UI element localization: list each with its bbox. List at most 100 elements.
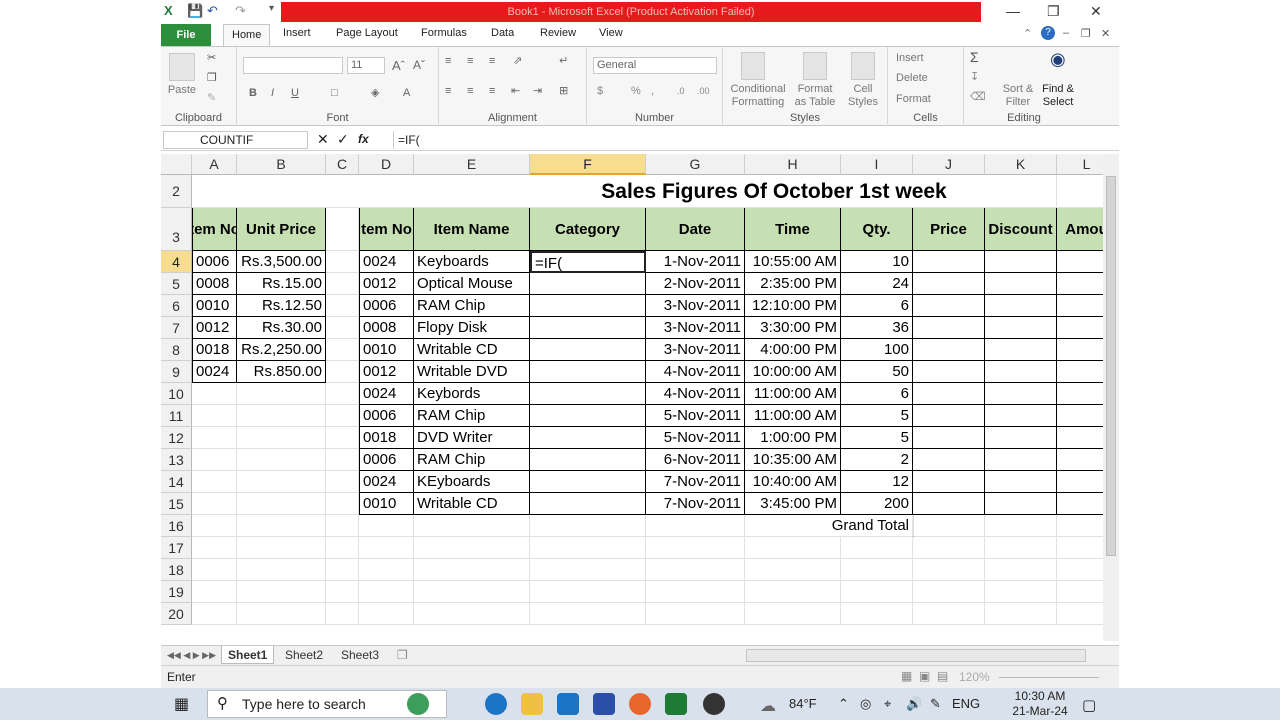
sales-category[interactable] [530,317,646,339]
sales-discount[interactable] [985,427,1057,449]
sales-price[interactable] [913,251,985,273]
sales-date[interactable]: 6-Nov-2011 [646,449,745,471]
cell[interactable] [326,471,359,493]
sales-time[interactable]: 12:10:00 PM [745,295,841,317]
row-header-20[interactable]: 20 [161,603,192,625]
sheet-tab-sheet1[interactable]: Sheet1 [221,646,275,664]
app-taskbar-icon[interactable] [703,693,725,715]
row-header-5[interactable]: 5 [161,273,192,295]
row-header-18[interactable]: 18 [161,559,192,581]
comma-icon[interactable]: , [651,85,654,98]
sales-time[interactable]: 11:00:00 AM [745,383,841,405]
sales-amount[interactable] [1057,383,1103,405]
column-header-l[interactable]: L [1057,154,1103,175]
cell[interactable] [237,537,326,559]
edge-icon[interactable] [485,693,507,715]
cell[interactable] [646,603,745,625]
sales-qty[interactable]: 6 [841,383,913,405]
sales-price[interactable] [913,383,985,405]
cell[interactable] [1057,515,1103,537]
cell[interactable] [359,515,414,537]
sales-amount[interactable] [1057,339,1103,361]
cell[interactable] [326,317,359,339]
tab-page-layout[interactable]: Page Layout [336,27,398,39]
price-unit-price[interactable]: Rs.2,250.00 [237,339,326,361]
row-header-14[interactable]: 14 [161,471,192,493]
sales-item-no[interactable]: 0012 [359,273,414,295]
font-color-icon[interactable]: A [403,87,410,100]
row-header-3[interactable]: 3 [161,208,192,251]
row-header-9[interactable]: 9 [161,361,192,383]
cell[interactable] [326,537,359,559]
cell[interactable] [192,449,237,471]
cell[interactable] [326,603,359,625]
cell[interactable] [326,515,359,537]
active-cell-f4[interactable]: =IF( [530,251,646,273]
cell[interactable] [530,603,646,625]
cell[interactable] [237,581,326,603]
fill-color-icon[interactable]: ◈ [371,87,379,100]
sales-item-name[interactable]: Keyboards [414,251,530,273]
insert-sheet-icon[interactable]: ❐ [397,646,408,664]
tab-view[interactable]: View [599,27,623,39]
sales-qty[interactable]: 12 [841,471,913,493]
sales-discount[interactable] [985,493,1057,515]
windows-start-icon[interactable]: ▦ [174,694,189,714]
news-widget-icon[interactable] [407,693,429,715]
cell[interactable] [192,537,237,559]
cell[interactable] [985,603,1057,625]
cell[interactable] [530,581,646,603]
price-unit-price[interactable]: Rs.30.00 [237,317,326,339]
sales-amount[interactable] [1057,317,1103,339]
tray-overflow-icon[interactable]: ⌃ [838,696,849,712]
increase-decimal-icon[interactable]: .0 [677,85,685,98]
cell[interactable] [359,559,414,581]
sales-amount[interactable] [1057,471,1103,493]
tab-file[interactable]: File [161,24,211,46]
conditional-formatting-button[interactable]: Conditional Formatting [727,83,789,109]
sales-amount[interactable] [1057,449,1103,471]
cell[interactable] [985,581,1057,603]
merge-center-icon[interactable]: ⊞ [559,85,568,98]
sales-time[interactable]: 10:40:00 AM [745,471,841,493]
file-explorer-icon[interactable] [521,693,543,715]
row-header-2[interactable]: 2 [161,175,192,208]
sales-price[interactable] [913,493,985,515]
align-bottom-icon[interactable]: ≡ [489,55,495,68]
sales-date[interactable]: 2-Nov-2011 [646,273,745,295]
italic-icon[interactable]: I [271,87,274,100]
price-item-no[interactable]: 0024 [192,361,237,383]
cell[interactable] [237,449,326,471]
cell[interactable] [237,471,326,493]
sales-discount[interactable] [985,361,1057,383]
orientation-icon[interactable]: ⇗ [513,55,522,68]
column-header-g[interactable]: G [646,154,745,175]
cell[interactable] [841,581,913,603]
cell-styles-button[interactable]: Cell Styles [843,83,883,109]
align-middle-icon[interactable]: ≡ [467,55,473,68]
cell[interactable] [192,471,237,493]
delete-cells-button[interactable]: Delete [896,72,928,85]
grand-total-value[interactable] [913,515,914,537]
decrease-decimal-icon[interactable]: .00 [697,85,710,98]
clear-icon[interactable]: ⌫ [970,91,986,104]
sales-date[interactable]: 4-Nov-2011 [646,361,745,383]
column-header-i[interactable]: I [841,154,913,175]
align-right-icon[interactable]: ≡ [489,85,495,98]
pen-icon[interactable]: ✎ [930,696,941,712]
sort-filter-button[interactable]: Sort & Filter [1000,83,1036,109]
firefox-icon[interactable] [629,693,651,715]
meet-icon[interactable]: ◎ [860,696,871,712]
sales-date[interactable]: 1-Nov-2011 [646,251,745,273]
sales-category[interactable] [530,449,646,471]
decrease-indent-icon[interactable]: ⇤ [511,85,520,98]
row-header-12[interactable]: 12 [161,427,192,449]
align-left-icon[interactable]: ≡ [445,85,451,98]
view-normal-icon[interactable]: ▦ [901,669,912,683]
cell[interactable] [530,559,646,581]
font-name-select[interactable] [243,57,343,74]
sales-item-no[interactable]: 0012 [359,361,414,383]
sales-discount[interactable] [985,295,1057,317]
cell[interactable] [326,383,359,405]
borders-icon[interactable]: □ [331,87,338,100]
